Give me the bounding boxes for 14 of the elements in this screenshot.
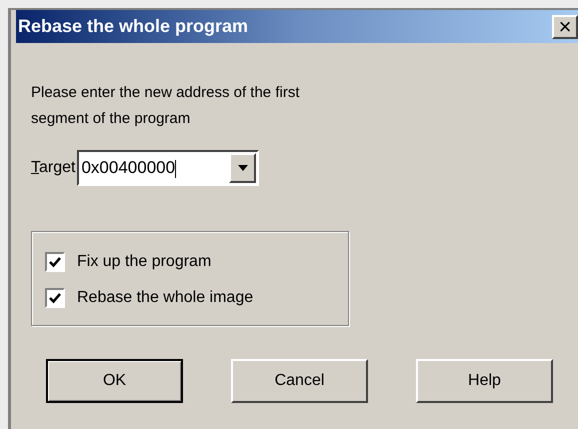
checkbox[interactable] [45, 252, 65, 272]
checkmark-icon [49, 292, 61, 304]
dialog-button[interactable]: Cancel [231, 359, 368, 403]
checkbox[interactable] [45, 288, 65, 308]
prompt-text: Please enter the new address of the first segment of the program [31, 83, 300, 129]
checkbox-label: Fix up the program [77, 252, 212, 272]
window-title: Rebase the whole program [18, 15, 248, 38]
close-button[interactable]: × [552, 14, 578, 38]
dialog-button[interactable]: Help [416, 359, 553, 403]
checkbox-label: Rebase the whole image [77, 288, 254, 308]
target-combobox[interactable]: 0x00400000 [77, 150, 260, 186]
dialog-button[interactable]: OK [46, 359, 183, 403]
target-label: Target [31, 158, 76, 178]
checkmark-icon [49, 256, 61, 268]
